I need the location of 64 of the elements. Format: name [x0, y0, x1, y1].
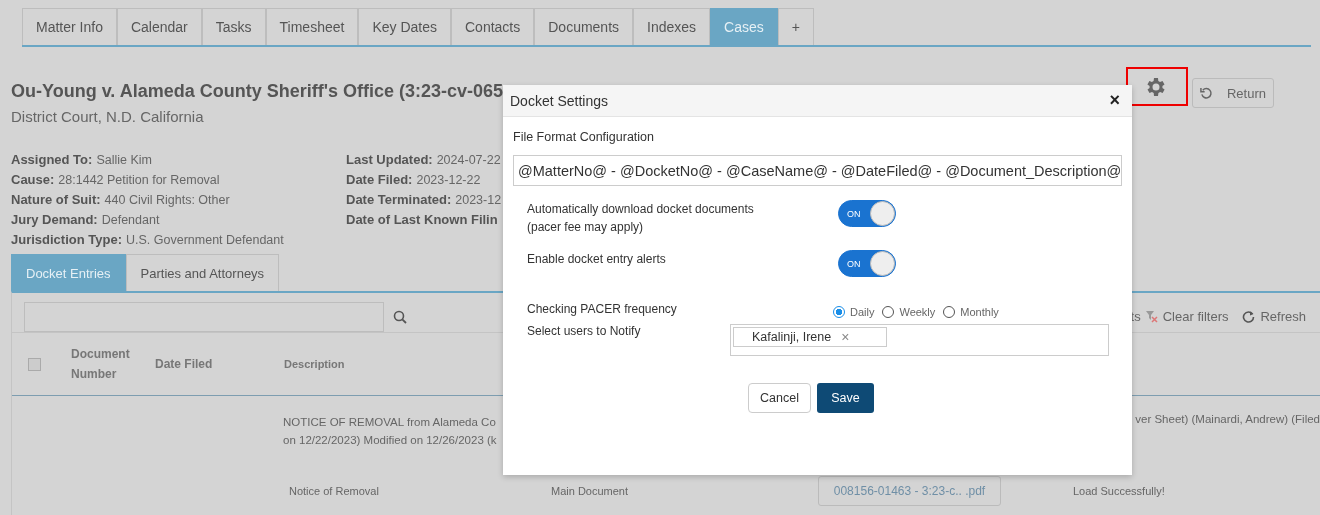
tab[interactable]: Tasks — [201, 8, 266, 45]
radio-option[interactable]: Weekly — [882, 303, 936, 321]
detail-label: Date Terminated: — [346, 192, 452, 207]
description-text: ver Sheet) (Mainardi, Andrew) (Filed — [1135, 413, 1320, 427]
detail-value: 2023-12 — [455, 193, 502, 207]
tab[interactable]: Key Dates — [358, 8, 451, 45]
user-select-field[interactable]: Kafalinji, Irene × — [730, 324, 1109, 356]
search-icon[interactable] — [393, 309, 407, 324]
detail-label: Assigned To: — [11, 152, 93, 167]
setting-label: Select users to Notify — [527, 323, 642, 340]
description-text: NOTICE OF REMOVAL from Alameda Co — [283, 415, 496, 430]
detail-value: 2023-12-22 — [416, 173, 481, 187]
setting-label: Enable docket entry alerts — [527, 251, 667, 268]
clear-filters-button[interactable]: Clear filters — [1144, 309, 1229, 324]
description-text: on 12/22/2023) Modified on 12/26/2023 (k — [283, 433, 497, 448]
field-label: File Format Configuration — [513, 130, 656, 144]
save-button[interactable]: Save — [817, 383, 874, 413]
attachment-type: Main Document — [551, 485, 630, 497]
filter-icon — [1144, 310, 1158, 323]
user-name: Kafalinji, Irene — [752, 329, 832, 346]
column-header[interactable]: Document Number — [71, 344, 131, 384]
radio-option[interactable]: Monthly — [943, 303, 999, 321]
detail-label: Jurisdiction Type: — [11, 232, 122, 247]
load-status: Load Successfully! — [1073, 485, 1165, 497]
tab[interactable]: Timesheet — [265, 8, 359, 45]
toggle-switch[interactable]: ON — [838, 250, 896, 277]
setting-label: (pacer fee may apply) — [527, 219, 645, 236]
radio-option[interactable]: Daily — [833, 303, 875, 321]
column-header[interactable]: Date Filed — [155, 357, 284, 371]
detail-value: 440 Civil Rights: Other — [104, 193, 230, 207]
input-field[interactable]: @MatterNo@ - @DocketNo@ - @CaseName@ - @DateFiled@ - @Document_Description@ — [513, 155, 1122, 186]
remove-button[interactable]: × — [841, 328, 850, 346]
tab[interactable]: + — [777, 8, 814, 45]
undo-icon — [1200, 86, 1213, 100]
detail-label: Date of Last Known Filin — [346, 212, 498, 227]
detail-value: Defendant — [101, 213, 160, 227]
column-header[interactable]: Description — [284, 358, 345, 370]
detail-value: Sallie Kim — [96, 153, 152, 167]
court-name: District Court, N.D. California — [11, 108, 205, 125]
tab[interactable]: Calendar — [116, 8, 202, 45]
return-button[interactable]: Return — [1192, 78, 1274, 108]
setting-label: Automatically download docket documents — [527, 201, 755, 218]
detail-label: Nature of Suit: — [11, 192, 101, 207]
attachment-name: Notice of Removal — [289, 485, 380, 497]
setting-label: Checking PACER frequency — [527, 301, 678, 318]
detail-label: Cause: — [11, 172, 55, 187]
detail-label: Date Filed: — [346, 172, 413, 187]
detail-value: U.S. Government Defendant — [126, 233, 284, 247]
detail-label: Jury Demand: — [11, 212, 98, 227]
toggle-switch[interactable]: ON — [838, 200, 896, 227]
detail-value: 28:1442 Petition for Removal — [58, 173, 220, 187]
refresh-icon — [1242, 310, 1256, 323]
detail-value: 2024-07-22 — [436, 153, 501, 167]
dialog-title: Docket Settings — [510, 92, 609, 109]
tab[interactable]: Documents — [534, 8, 634, 45]
refresh-button[interactable]: Refresh — [1242, 309, 1306, 324]
tab[interactable]: Contacts — [451, 8, 535, 45]
case-title: Ou-Young v. Alameda County Sheriff's Office (3:23-cv-065 — [11, 81, 504, 102]
cancel-button[interactable]: Cancel — [748, 383, 811, 413]
detail-label: Last Updated: — [346, 152, 433, 167]
tab[interactable]: Matter Info — [22, 8, 117, 45]
tab[interactable]: Parties and Attorneys — [125, 254, 280, 291]
select-all-checkbox[interactable] — [28, 357, 41, 371]
close-button[interactable]: × — [1109, 90, 1120, 111]
